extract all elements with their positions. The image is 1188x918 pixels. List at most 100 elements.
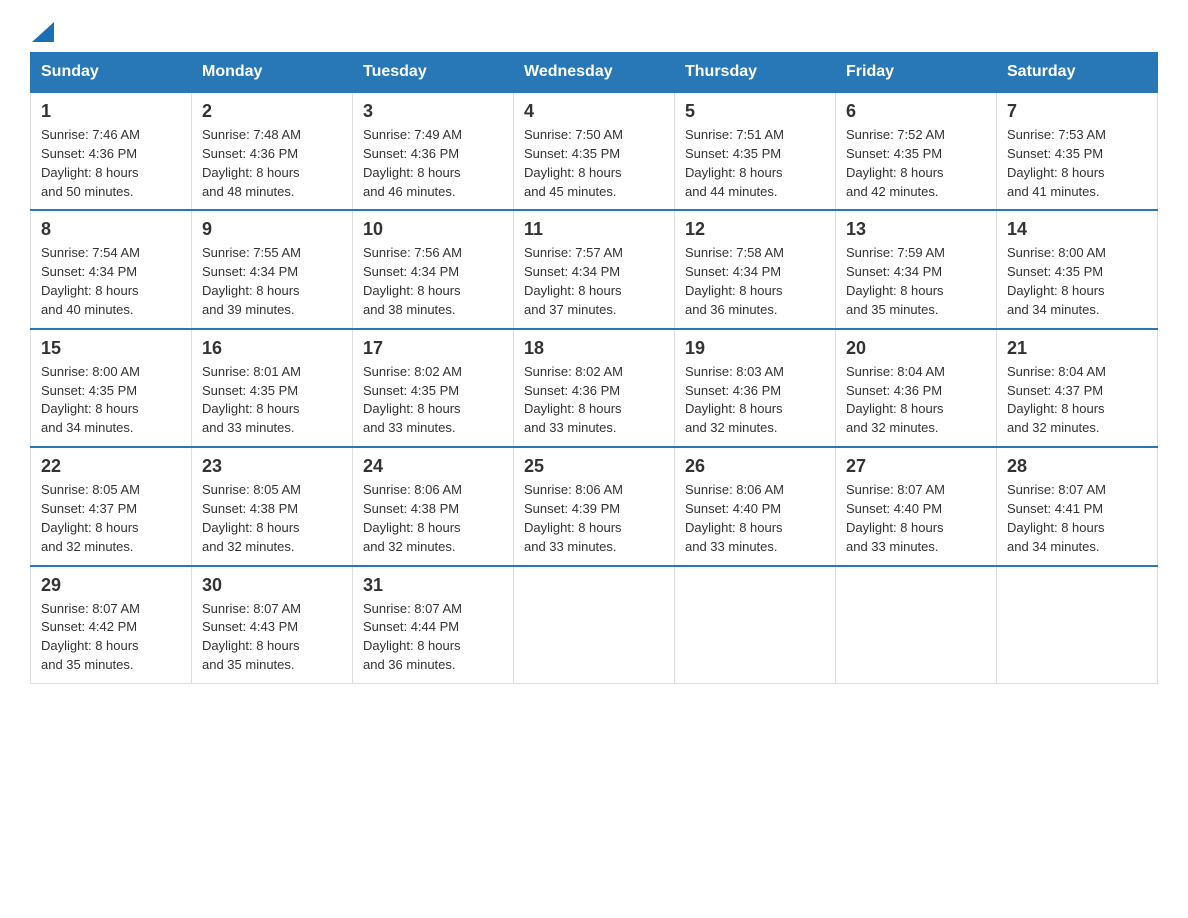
day-info: Sunrise: 8:06 AMSunset: 4:39 PMDaylight:… xyxy=(524,481,664,556)
day-info: Sunrise: 8:02 AMSunset: 4:36 PMDaylight:… xyxy=(524,363,664,438)
calendar-day-4: 4 Sunrise: 7:50 AMSunset: 4:35 PMDaylight… xyxy=(514,92,675,210)
day-number: 13 xyxy=(846,219,986,240)
day-info: Sunrise: 7:46 AMSunset: 4:36 PMDaylight:… xyxy=(41,126,181,201)
day-info: Sunrise: 8:06 AMSunset: 4:40 PMDaylight:… xyxy=(685,481,825,556)
day-info: Sunrise: 7:58 AMSunset: 4:34 PMDaylight:… xyxy=(685,244,825,319)
day-number: 24 xyxy=(363,456,503,477)
calendar-header-tuesday: Tuesday xyxy=(353,53,514,93)
day-info: Sunrise: 7:56 AMSunset: 4:34 PMDaylight:… xyxy=(363,244,503,319)
calendar-empty-cell xyxy=(514,566,675,684)
logo-icon xyxy=(32,22,54,42)
day-number: 20 xyxy=(846,338,986,359)
calendar-day-24: 24 Sunrise: 8:06 AMSunset: 4:38 PMDayligh… xyxy=(353,447,514,565)
calendar-header-monday: Monday xyxy=(192,53,353,93)
calendar-week-5: 29 Sunrise: 8:07 AMSunset: 4:42 PMDayligh… xyxy=(31,566,1158,684)
day-number: 26 xyxy=(685,456,825,477)
day-number: 11 xyxy=(524,219,664,240)
day-number: 14 xyxy=(1007,219,1147,240)
day-info: Sunrise: 7:54 AMSunset: 4:34 PMDaylight:… xyxy=(41,244,181,319)
calendar-header-friday: Friday xyxy=(836,53,997,93)
calendar-day-18: 18 Sunrise: 8:02 AMSunset: 4:36 PMDayligh… xyxy=(514,329,675,447)
day-number: 22 xyxy=(41,456,181,477)
calendar-empty-cell xyxy=(836,566,997,684)
calendar-header-thursday: Thursday xyxy=(675,53,836,93)
calendar-day-19: 19Sunrise: 8:03 AMSunset: 4:36 PMDayligh… xyxy=(675,329,836,447)
day-info: Sunrise: 8:07 AMSunset: 4:42 PMDaylight:… xyxy=(41,600,181,675)
day-number: 4 xyxy=(524,101,664,122)
day-info: Sunrise: 7:55 AMSunset: 4:34 PMDaylight:… xyxy=(202,244,342,319)
day-info: Sunrise: 7:48 AMSunset: 4:36 PMDaylight:… xyxy=(202,126,342,201)
calendar-table: SundayMondayTuesdayWednesdayThursdayFrid… xyxy=(30,52,1158,684)
day-info: Sunrise: 7:59 AMSunset: 4:34 PMDaylight:… xyxy=(846,244,986,319)
calendar-day-12: 12 Sunrise: 7:58 AMSunset: 4:34 PMDayligh… xyxy=(675,210,836,328)
calendar-day-27: 27 Sunrise: 8:07 AMSunset: 4:40 PMDayligh… xyxy=(836,447,997,565)
calendar-week-3: 15Sunrise: 8:00 AMSunset: 4:35 PMDayligh… xyxy=(31,329,1158,447)
calendar-day-22: 22Sunrise: 8:05 AMSunset: 4:37 PMDayligh… xyxy=(31,447,192,565)
day-number: 30 xyxy=(202,575,342,596)
day-info: Sunrise: 8:07 AMSunset: 4:40 PMDaylight:… xyxy=(846,481,986,556)
calendar-day-8: 8 Sunrise: 7:54 AMSunset: 4:34 PMDaylight… xyxy=(31,210,192,328)
calendar-day-1: 1Sunrise: 7:46 AMSunset: 4:36 PMDaylight… xyxy=(31,92,192,210)
day-number: 28 xyxy=(1007,456,1147,477)
calendar-day-28: 28 Sunrise: 8:07 AMSunset: 4:41 PMDayligh… xyxy=(997,447,1158,565)
day-info: Sunrise: 7:50 AMSunset: 4:35 PMDaylight:… xyxy=(524,126,664,201)
day-info: Sunrise: 8:02 AMSunset: 4:35 PMDaylight:… xyxy=(363,363,503,438)
calendar-day-26: 26 Sunrise: 8:06 AMSunset: 4:40 PMDayligh… xyxy=(675,447,836,565)
calendar-day-7: 7 Sunrise: 7:53 AMSunset: 4:35 PMDaylight… xyxy=(997,92,1158,210)
day-number: 3 xyxy=(363,101,503,122)
day-info: Sunrise: 8:07 AMSunset: 4:41 PMDaylight:… xyxy=(1007,481,1147,556)
calendar-day-31: 31 Sunrise: 8:07 AMSunset: 4:44 PMDayligh… xyxy=(353,566,514,684)
calendar-day-13: 13 Sunrise: 7:59 AMSunset: 4:34 PMDayligh… xyxy=(836,210,997,328)
day-number: 15 xyxy=(41,338,181,359)
day-number: 27 xyxy=(846,456,986,477)
day-number: 12 xyxy=(685,219,825,240)
day-number: 16 xyxy=(202,338,342,359)
day-number: 5 xyxy=(685,101,825,122)
day-number: 9 xyxy=(202,219,342,240)
calendar-day-14: 14 Sunrise: 8:00 AMSunset: 4:35 PMDayligh… xyxy=(997,210,1158,328)
calendar-week-4: 22Sunrise: 8:05 AMSunset: 4:37 PMDayligh… xyxy=(31,447,1158,565)
calendar-header-sunday: Sunday xyxy=(31,53,192,93)
day-info: Sunrise: 7:49 AMSunset: 4:36 PMDaylight:… xyxy=(363,126,503,201)
logo xyxy=(30,24,54,42)
day-info: Sunrise: 8:07 AMSunset: 4:43 PMDaylight:… xyxy=(202,600,342,675)
day-number: 31 xyxy=(363,575,503,596)
day-info: Sunrise: 7:57 AMSunset: 4:34 PMDaylight:… xyxy=(524,244,664,319)
day-info: Sunrise: 8:06 AMSunset: 4:38 PMDaylight:… xyxy=(363,481,503,556)
calendar-day-25: 25 Sunrise: 8:06 AMSunset: 4:39 PMDayligh… xyxy=(514,447,675,565)
day-number: 25 xyxy=(524,456,664,477)
day-number: 18 xyxy=(524,338,664,359)
day-number: 23 xyxy=(202,456,342,477)
day-info: Sunrise: 8:01 AMSunset: 4:35 PMDaylight:… xyxy=(202,363,342,438)
calendar-header-wednesday: Wednesday xyxy=(514,53,675,93)
day-info: Sunrise: 7:53 AMSunset: 4:35 PMDaylight:… xyxy=(1007,126,1147,201)
calendar-day-6: 6 Sunrise: 7:52 AMSunset: 4:35 PMDaylight… xyxy=(836,92,997,210)
day-number: 21 xyxy=(1007,338,1147,359)
calendar-header-row: SundayMondayTuesdayWednesdayThursdayFrid… xyxy=(31,53,1158,93)
calendar-empty-cell xyxy=(675,566,836,684)
day-info: Sunrise: 8:03 AMSunset: 4:36 PMDaylight:… xyxy=(685,363,825,438)
calendar-day-20: 20 Sunrise: 8:04 AMSunset: 4:36 PMDayligh… xyxy=(836,329,997,447)
page-header xyxy=(30,24,1158,42)
calendar-week-2: 8 Sunrise: 7:54 AMSunset: 4:34 PMDaylight… xyxy=(31,210,1158,328)
day-number: 8 xyxy=(41,219,181,240)
calendar-day-11: 11 Sunrise: 7:57 AMSunset: 4:34 PMDayligh… xyxy=(514,210,675,328)
day-info: Sunrise: 7:52 AMSunset: 4:35 PMDaylight:… xyxy=(846,126,986,201)
calendar-day-16: 16 Sunrise: 8:01 AMSunset: 4:35 PMDayligh… xyxy=(192,329,353,447)
calendar-day-3: 3 Sunrise: 7:49 AMSunset: 4:36 PMDaylight… xyxy=(353,92,514,210)
day-info: Sunrise: 8:00 AMSunset: 4:35 PMDaylight:… xyxy=(1007,244,1147,319)
calendar-day-23: 23 Sunrise: 8:05 AMSunset: 4:38 PMDayligh… xyxy=(192,447,353,565)
day-number: 6 xyxy=(846,101,986,122)
day-info: Sunrise: 8:07 AMSunset: 4:44 PMDaylight:… xyxy=(363,600,503,675)
day-info: Sunrise: 8:05 AMSunset: 4:38 PMDaylight:… xyxy=(202,481,342,556)
day-number: 29 xyxy=(41,575,181,596)
calendar-header-saturday: Saturday xyxy=(997,53,1158,93)
calendar-day-21: 21Sunrise: 8:04 AMSunset: 4:37 PMDayligh… xyxy=(997,329,1158,447)
calendar-day-29: 29 Sunrise: 8:07 AMSunset: 4:42 PMDayligh… xyxy=(31,566,192,684)
day-number: 2 xyxy=(202,101,342,122)
day-number: 7 xyxy=(1007,101,1147,122)
calendar-day-15: 15Sunrise: 8:00 AMSunset: 4:35 PMDayligh… xyxy=(31,329,192,447)
calendar-day-9: 9 Sunrise: 7:55 AMSunset: 4:34 PMDaylight… xyxy=(192,210,353,328)
calendar-empty-cell xyxy=(997,566,1158,684)
day-info: Sunrise: 8:04 AMSunset: 4:36 PMDaylight:… xyxy=(846,363,986,438)
